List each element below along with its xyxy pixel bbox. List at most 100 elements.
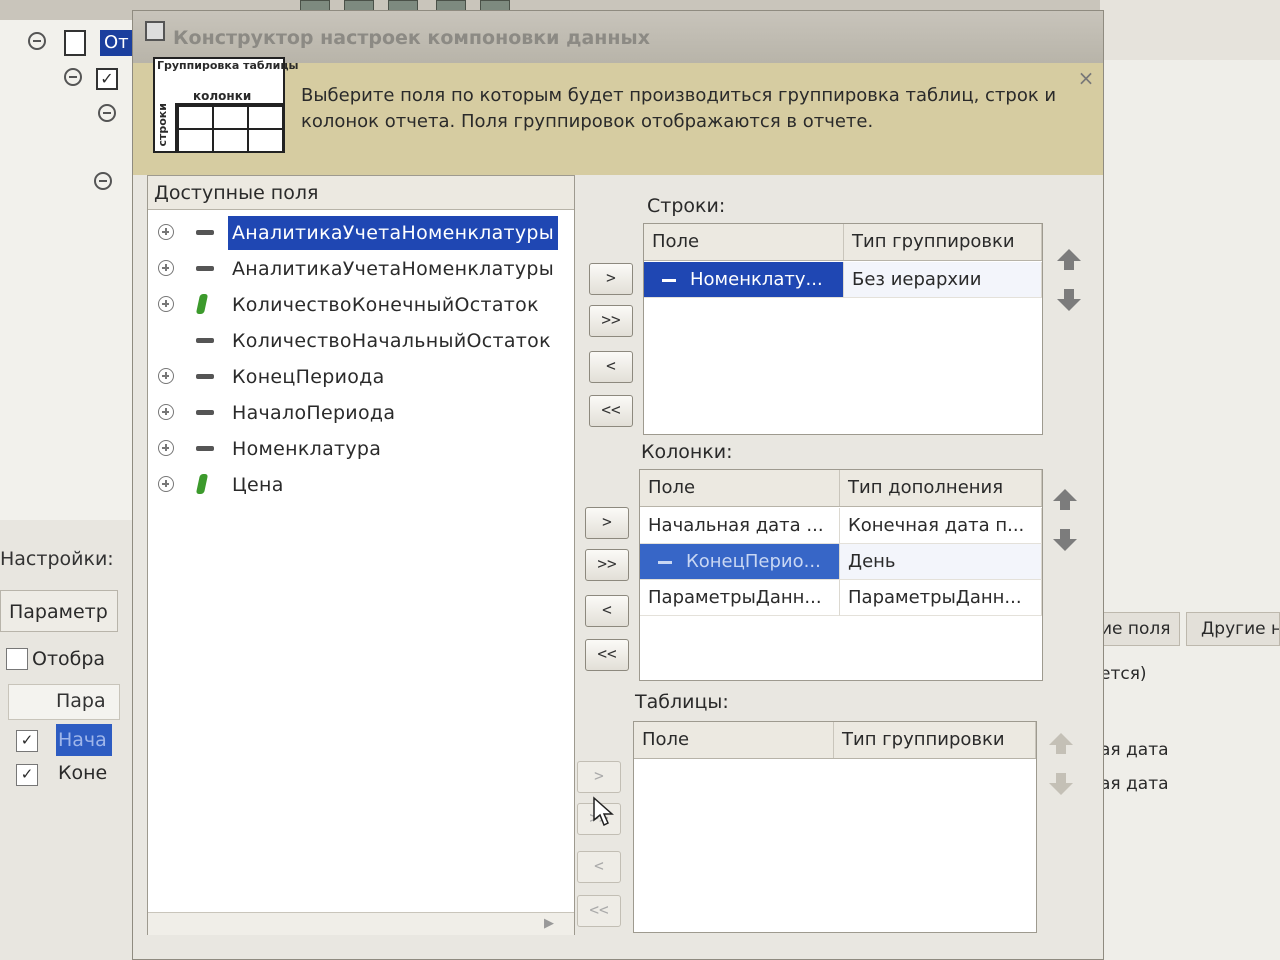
background-area [1100,60,1280,960]
expand-icon[interactable] [158,440,174,456]
report-icon [64,30,86,56]
dialog-title-bar[interactable]: Конструктор настроек компоновки данных [133,11,1103,63]
grouping-icon-title: Группировка таблицы [157,59,299,72]
collapse-icon[interactable] [28,32,46,50]
move-up-icon[interactable] [1057,249,1081,273]
remove-row-grouping-button[interactable]: < [589,351,633,383]
column-header-addition-type[interactable]: Тип дополнения [840,470,1042,506]
table-row[interactable]: КонецПерио... День [640,544,1042,580]
tree-item[interactable]: АналитикаУчетаНоменклатуры [148,252,574,286]
row-field-cell[interactable]: КонецПерио... [640,544,840,580]
table-row[interactable]: Номенклату... Без иерархии [644,262,1042,298]
tree-item-label: Номенклатура [232,438,382,460]
resource-icon [195,294,209,314]
available-fields-tree[interactable]: Доступные поля АналитикаУчетаНоменклатур… [147,175,575,935]
tree-item[interactable]: КоличествоКонечныйОстаток [148,288,574,322]
column-header-field[interactable]: Поле [640,470,840,506]
dash-icon [662,278,676,282]
row-field-cell[interactable]: Номенклату... [644,262,844,298]
collapse-icon[interactable] [64,68,82,86]
table-row[interactable]: Начальная дата ... Конечная дата п... [640,508,1042,544]
move-up-icon[interactable] [1053,489,1077,513]
expand-icon[interactable] [158,224,174,240]
add-all-row-grouping-button[interactable]: >> [589,305,633,337]
grouping-table-icon: Группировка таблицы колонки строки [153,57,298,153]
tree-item-label: АналитикаУчетаНоменклатуры [228,216,559,250]
tables-grouping-table[interactable]: Поле Тип группировки [633,721,1037,933]
grouping-icon-columns: колонки [191,89,254,103]
add-table-grouping-button[interactable]: > [577,761,621,793]
parameter-column-header: Пара [56,690,106,712]
tree-item-label: КонецПериода [232,366,385,388]
row-field-cell[interactable]: ПараметрыДанн... [640,580,840,616]
move-down-icon[interactable] [1053,529,1077,553]
add-row-grouping-button[interactable]: > [589,263,633,295]
show-checkbox[interactable] [6,648,28,670]
remove-table-grouping-button[interactable]: < [577,851,621,883]
tree-item[interactable]: АналитикаУчетаНоменклатуры [148,216,574,250]
add-column-grouping-button[interactable]: > [585,507,629,539]
expand-icon[interactable] [158,260,174,276]
dash-icon [196,266,214,271]
tree-item-report[interactable]: От [100,30,134,56]
remove-column-grouping-button[interactable]: < [585,595,629,627]
tab-other[interactable]: Другие н [1186,612,1280,646]
dash-icon [196,338,214,343]
tab-fields[interactable]: ие поля [1100,612,1180,646]
expand-icon[interactable] [158,368,174,384]
column-header-grouping-type[interactable]: Тип группировки [834,722,1036,758]
table-row[interactable]: ПараметрыДанн... ПараметрыДанн... [640,580,1042,616]
table-header: Поле Тип группировки [634,722,1036,759]
parameter-checkbox[interactable]: ✓ [16,730,38,752]
row-type-cell[interactable]: Конечная дата п... [840,508,1042,544]
columns-label: Колонки: [641,441,733,463]
show-label: Отобра [32,648,106,670]
parameter-row[interactable]: Нача [56,724,112,756]
tree-item[interactable]: КонецПериода [148,360,574,394]
add-all-column-grouping-button[interactable]: >> [585,549,629,581]
table-header: Поле Тип дополнения [640,470,1042,507]
scroll-right-icon[interactable]: ▶ [544,916,554,931]
tab-parameters[interactable]: Параметр [0,590,118,632]
row-field-cell[interactable]: Начальная дата ... [640,508,840,544]
tree-item[interactable]: КоличествоНачальныйОстаток [148,324,574,358]
row-field-label: Номенклату... [690,269,823,290]
row-field-label: КонецПерио... [686,551,821,572]
move-down-icon[interactable] [1057,289,1081,313]
tree-item[interactable]: Номенклатура [148,432,574,466]
column-header-field[interactable]: Поле [644,224,844,260]
column-header-field[interactable]: Поле [634,722,834,758]
tree-item[interactable]: НачалоПериода [148,396,574,430]
tables-label: Таблицы: [635,691,729,713]
row-type-cell[interactable]: Без иерархии [844,262,1042,298]
remove-all-table-grouping-button[interactable]: << [577,895,621,927]
tree-item-label: КоличествоНачальныйОстаток [232,330,551,352]
settings-label: Настройки: [0,548,114,570]
expand-icon[interactable] [158,296,174,312]
row-type-cell[interactable]: ПараметрыДанн... [840,580,1042,616]
remove-all-column-grouping-button[interactable]: << [585,639,629,671]
background-text: ая дата [1100,740,1169,760]
columns-grouping-table[interactable]: Поле Тип дополнения Начальная дата ... К… [639,469,1043,681]
expand-icon[interactable] [158,404,174,420]
rows-grouping-table[interactable]: Поле Тип группировки Номенклату... Без и… [643,223,1043,435]
expand-icon[interactable] [158,476,174,492]
parameter-row[interactable]: Коне [58,762,107,784]
collapse-icon[interactable] [98,104,116,122]
move-up-icon[interactable] [1049,733,1073,757]
tree-item-label: КоличествоКонечныйОстаток [232,294,539,316]
rows-label: Строки: [647,195,726,217]
parameter-checkbox[interactable]: ✓ [16,764,38,786]
remove-all-row-grouping-button[interactable]: << [589,395,633,427]
column-header-grouping-type[interactable]: Тип группировки [844,224,1042,260]
checkbox-icon[interactable]: ✓ [96,68,118,90]
tree-item[interactable]: Цена [148,468,574,502]
move-down-icon[interactable] [1049,773,1073,797]
dash-icon [196,230,214,235]
dash-icon [196,446,214,451]
row-type-cell[interactable]: День [840,544,1042,580]
horizontal-scrollbar[interactable]: ▶ [148,912,574,935]
collapse-icon[interactable] [94,172,112,190]
available-fields-header: Доступные поля [148,176,574,210]
background-text: ется) [1100,664,1147,684]
